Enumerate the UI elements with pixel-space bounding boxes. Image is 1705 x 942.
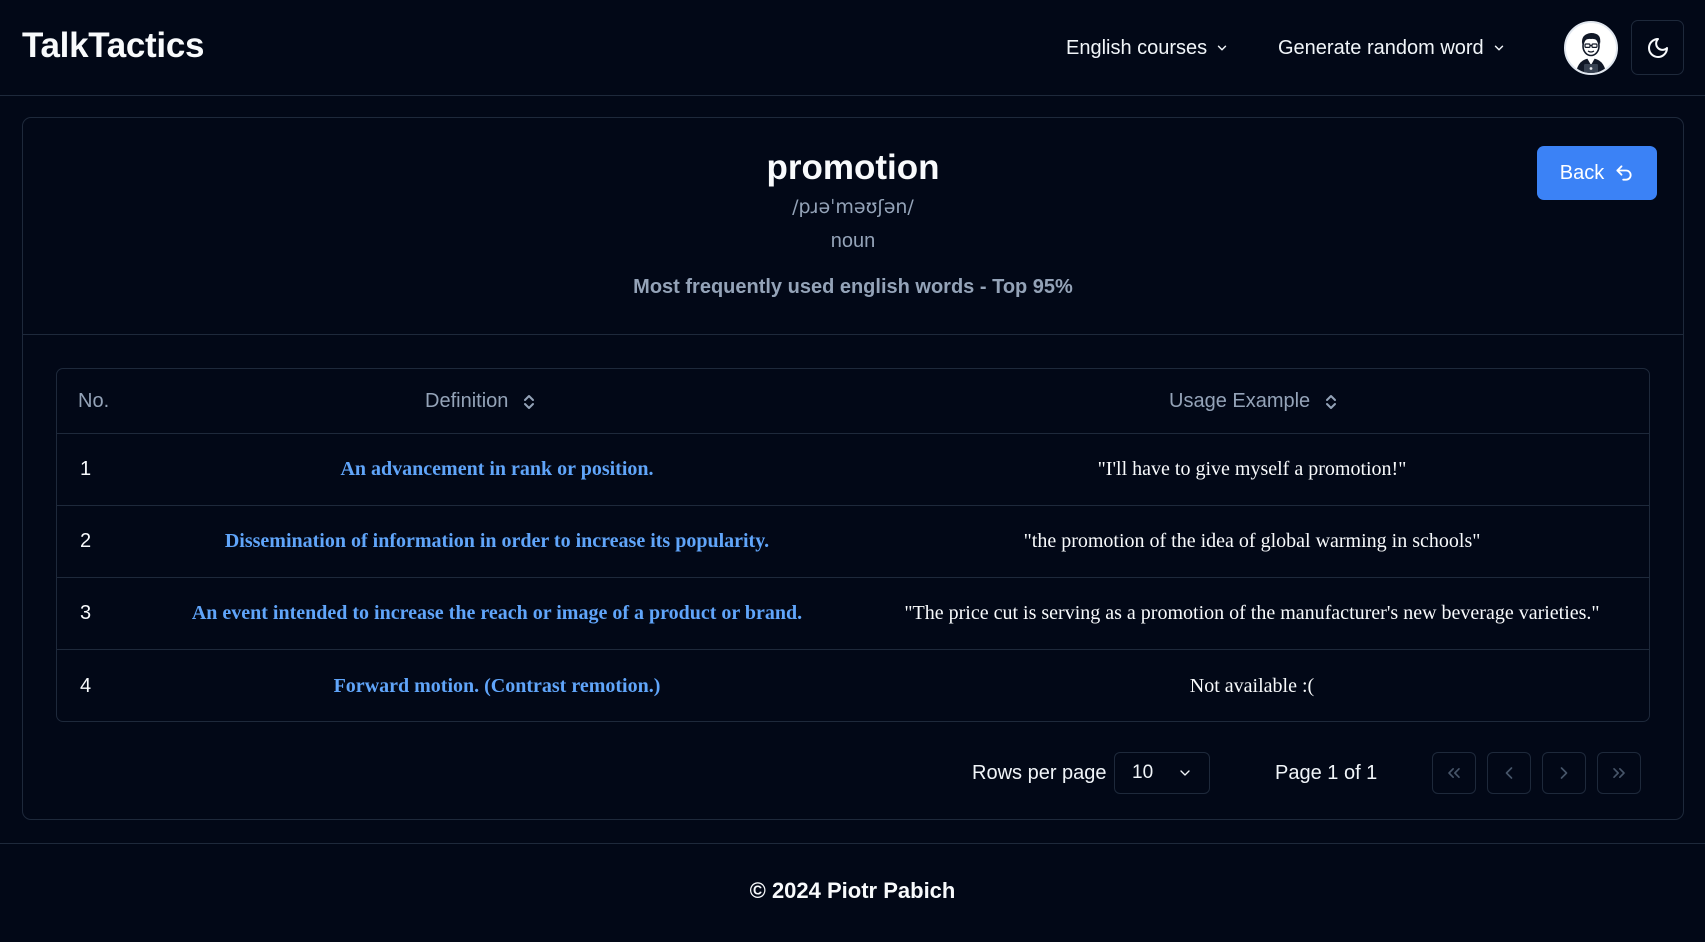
rows-per-page-label: Rows per page <box>972 761 1107 784</box>
table-header: No. Definition Usage Example <box>57 369 1649 434</box>
generate-random-word-label: Generate random word <box>1278 36 1484 59</box>
column-header-definition[interactable]: Definition <box>425 369 536 434</box>
rows-per-page-value: 10 <box>1132 762 1154 783</box>
chevrons-left-icon <box>1444 763 1464 783</box>
chevrons-up-down-icon <box>1324 393 1338 411</box>
copyright-text: © 2024 Piotr Pabich <box>749 878 956 903</box>
row-number: 2 <box>80 530 92 552</box>
row-definition: Dissemination of information in order to… <box>224 530 770 552</box>
chevron-down-icon <box>1177 765 1193 781</box>
chevrons-right-icon <box>1609 763 1629 783</box>
column-header-no: No. <box>78 390 110 412</box>
first-page-button[interactable] <box>1432 752 1476 794</box>
english-courses-menu[interactable]: English courses <box>1052 28 1243 68</box>
chevron-right-icon <box>1554 763 1574 783</box>
last-page-button[interactable] <box>1597 752 1641 794</box>
english-courses-label: English courses <box>1066 36 1208 59</box>
table-row: 3 An event intended to increase the reac… <box>57 578 1649 650</box>
word-title: promotion <box>766 148 940 187</box>
moon-icon <box>1646 36 1670 60</box>
row-number: 3 <box>80 602 92 624</box>
frequency-badge: Most frequently used english words - Top… <box>633 276 1073 298</box>
undo-arrow-icon <box>1614 163 1634 183</box>
row-usage-example: "The price cut is serving as a promotion… <box>904 602 1600 624</box>
next-page-button[interactable] <box>1542 752 1586 794</box>
rows-per-page-select[interactable]: 10 <box>1114 752 1210 794</box>
row-definition: An event intended to increase the reach … <box>191 602 803 624</box>
definitions-table: No. Definition Usage Example 1 An advanc… <box>56 368 1650 722</box>
row-definition: Forward motion. (Contrast remotion.) <box>333 674 661 697</box>
page-indicator: Page 1 of 1 <box>1275 761 1378 784</box>
row-number: 4 <box>80 674 92 697</box>
table-row: 1 An advancement in rank or position. "I… <box>57 434 1649 506</box>
part-of-speech: noun <box>830 230 876 252</box>
chevron-left-icon <box>1499 763 1519 783</box>
top-navbar: TalkTactics English courses Generate ran… <box>0 0 1705 96</box>
chevron-down-icon <box>1215 41 1229 55</box>
theme-toggle-button[interactable] <box>1631 20 1684 75</box>
row-number: 1 <box>80 458 92 480</box>
user-avatar[interactable] <box>1564 21 1618 75</box>
chevron-down-icon <box>1492 41 1506 55</box>
table-row: 4 Forward motion. (Contrast remotion.) N… <box>57 650 1649 721</box>
generate-random-word-menu[interactable]: Generate random word <box>1264 28 1520 68</box>
back-button-label: Back <box>1559 161 1605 184</box>
table-row: 2 Dissemination of information in order … <box>57 506 1649 578</box>
chevrons-up-down-icon <box>522 393 536 411</box>
row-usage-example: "I'll have to give myself a promotion!" <box>1097 458 1407 480</box>
word-card: promotion /pɹəˈməʊʃən/ noun Most frequen… <box>22 117 1684 820</box>
usage-header-label: Usage Example <box>1169 390 1311 412</box>
row-usage-example: Not available :( <box>1189 674 1315 697</box>
previous-page-button[interactable] <box>1487 752 1531 794</box>
definition-header-label: Definition <box>425 390 509 412</box>
app-logo[interactable]: TalkTactics <box>22 26 204 66</box>
column-header-usage-example[interactable]: Usage Example <box>1169 369 1338 434</box>
row-definition: An advancement in rank or position. <box>340 458 654 480</box>
row-usage-example: "the promotion of the idea of global war… <box>1023 530 1481 552</box>
word-header: promotion /pɹəˈməʊʃən/ noun Most frequen… <box>23 118 1683 335</box>
back-button[interactable]: Back <box>1537 146 1657 200</box>
page-footer: © 2024 Piotr Pabich <box>0 843 1705 942</box>
word-phonetic: /pɹəˈməʊʃən/ <box>792 196 914 218</box>
